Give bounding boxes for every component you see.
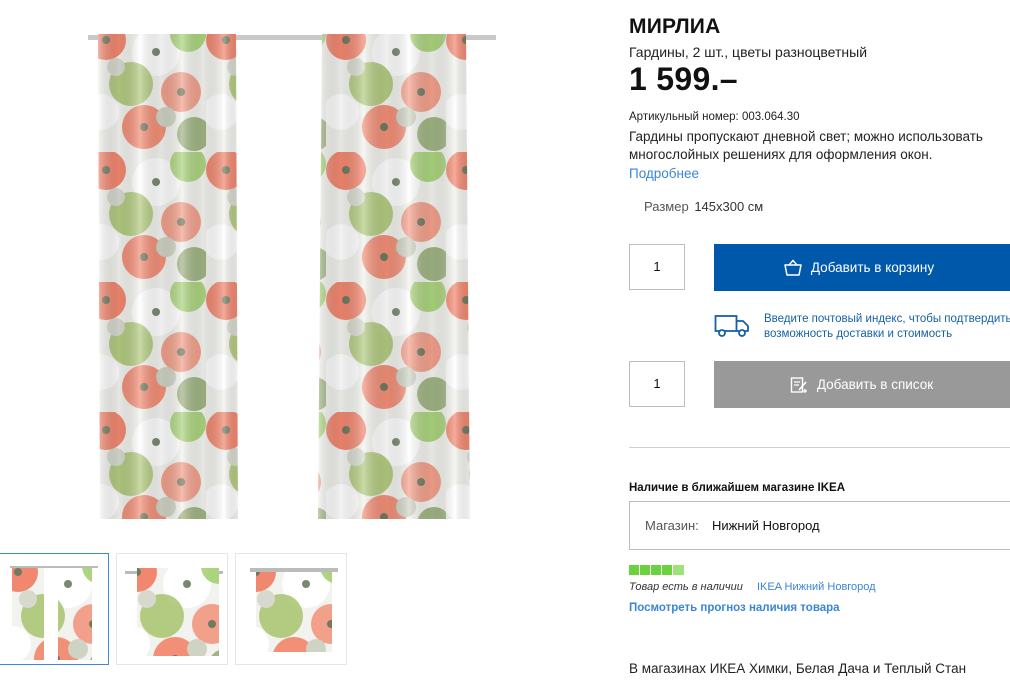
product-description: Гардины пропускают дневной свет; можно и… [629,128,1010,164]
list-quantity-input[interactable]: 1 [629,361,685,407]
stock-segment [673,565,684,575]
delivery-line: возможность доставки и стоимость [764,328,953,340]
delivery-truck-icon [714,313,750,344]
store-label: Магазин: [645,518,699,533]
thumbnail-3[interactable] [235,553,347,665]
product-title: МИРЛИА [629,15,721,38]
article-number: Артикульный номер: 003.064.30 [629,111,800,123]
shopping-bag-icon [784,258,802,277]
thumbnail-1[interactable] [0,553,109,665]
quantity-input[interactable]: 1 [629,244,685,290]
product-main-image [88,34,496,519]
size-value: 145x300 см [694,199,764,214]
more-details-link[interactable]: Подробнее [629,166,699,181]
delivery-postcode-link[interactable]: Введите почтовый индекс, чтобы подтверди… [764,312,1010,342]
stores-note: В магазинах ИКЕА Химки, Белая Дача и Теп… [629,661,967,676]
product-size: Размер 145x300 см [644,199,763,214]
availability-forecast-link[interactable]: Посмотреть прогноз наличия товара [629,602,840,614]
stock-segment [662,565,672,575]
section-divider [629,447,1010,448]
product-price: 1 599.– [629,61,738,97]
stock-status-text: Товар есть в наличии [629,581,743,593]
availability-title: Наличие в ближайшем магазине IKEA [629,482,846,494]
add-to-list-icon [790,376,808,394]
thumbnail-2[interactable] [116,553,228,665]
stock-segment [651,565,661,575]
article-label: Артикульный номер: [629,111,739,123]
delivery-line: Введите почтовый индекс, чтобы подтверди… [764,313,1010,325]
store-value: Нижний Новгород [712,518,820,533]
article-value: 003.064.30 [741,111,800,123]
add-to-list-label: Добавить в список [816,377,934,392]
size-label: Размер [644,199,689,214]
stock-segment [629,565,639,575]
stock-store-link[interactable]: IKEA Нижний Новгород [757,581,876,593]
product-subtitle: Гардины, 2 шт., цветы разноцветный [629,44,868,60]
add-to-cart-label: Добавить в корзину [810,260,935,275]
description-line: Гардины пропускают дневной свет; можно и… [629,129,983,144]
stock-segment [640,565,650,575]
description-line: многослойных решениях для оформления око… [629,147,933,162]
add-to-cart-button[interactable]: Добавить в корзину [714,244,1010,291]
add-to-list-button[interactable]: Добавить в список [714,361,1010,408]
stock-level-indicator [629,565,684,575]
